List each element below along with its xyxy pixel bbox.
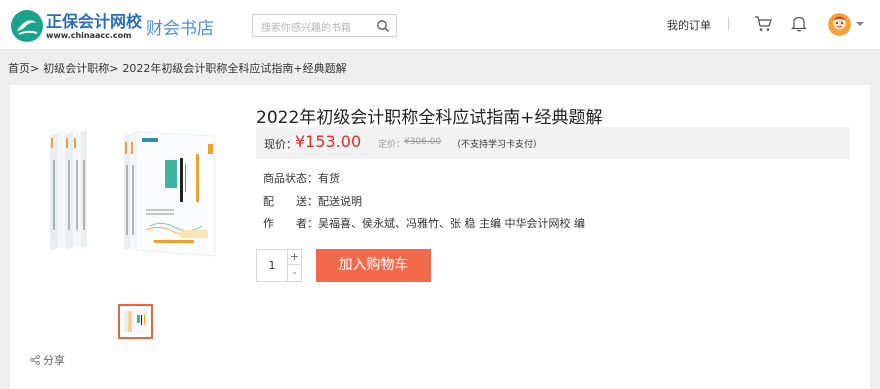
payment-note: （不支持学习卡支付） — [452, 140, 543, 150]
thumbnail-image[interactable] — [118, 304, 153, 339]
search-input[interactable]: 搜索你感兴趣的书籍 — [252, 14, 397, 37]
logo-icon[interactable] — [10, 9, 44, 43]
logo-url: www.chinaacc.com — [46, 31, 132, 40]
chevron-down-icon[interactable] — [856, 22, 864, 26]
author-value: 吴福喜、侯永斌、冯雅竹、张 稳 主编 中华会计网校 编 — [318, 217, 585, 230]
bell-icon[interactable] — [791, 15, 807, 32]
stock-status-value: 有货 — [318, 172, 340, 185]
cart-icon[interactable] — [754, 15, 772, 32]
product-image[interactable] — [50, 130, 225, 260]
current-price: ¥153.00 — [295, 132, 362, 151]
author-row: 作 者：吴福喜、侯永斌、冯雅竹、张 稳 主编 中华会计网校 编 — [263, 215, 585, 231]
store-name[interactable]: 财会书店 — [146, 14, 214, 39]
logo-title[interactable]: 正保会计网校 — [46, 8, 142, 32]
price-label: 现价： — [264, 138, 297, 151]
my-orders-link[interactable]: 我的订单 — [667, 17, 711, 33]
search-icon[interactable] — [376, 19, 390, 33]
share-label: 分享 — [43, 354, 65, 367]
product-title: 2022年初级会计职称全科应试指南+经典题解 — [256, 108, 603, 128]
breadcrumb-current: 2022年初级会计职称全科应试指南+经典题解 — [122, 62, 347, 75]
quantity-input[interactable]: 1 — [257, 250, 287, 281]
delivery-info-link[interactable]: 配送说明 — [318, 195, 362, 208]
share-button[interactable]: 分享 — [30, 352, 65, 368]
author-label: 作 者： — [263, 217, 318, 230]
price-panel: 现价： ¥153.00 定价： ¥306.00 （不支持学习卡支付） — [256, 127, 850, 159]
breadcrumb-category[interactable]: 初级会计职称> — [43, 62, 118, 75]
site-header: 正保会计网校 www.chinaacc.com 财会书店 搜索你感兴趣的书籍 我… — [0, 0, 880, 50]
share-icon — [30, 355, 40, 365]
stock-status-row: 商品状态：有货 — [263, 170, 340, 186]
search-placeholder: 搜索你感兴趣的书籍 — [261, 23, 351, 34]
product-card: 分享 2022年初级会计职称全科应试指南+经典题解 现价： ¥153.00 定价… — [10, 85, 870, 389]
stock-status-label: 商品状态： — [263, 172, 318, 185]
add-to-cart-button[interactable]: 加入购物车 — [316, 249, 431, 282]
quantity-increase-button[interactable]: + — [287, 250, 301, 265]
delivery-label: 配 送： — [263, 195, 318, 208]
original-price: ¥306.00 — [404, 137, 442, 147]
avatar[interactable] — [828, 13, 851, 36]
breadcrumb: 首页> 初级会计职称> 2022年初级会计职称全科应试指南+经典题解 — [8, 60, 351, 76]
quantity-decrease-button[interactable]: - — [287, 265, 301, 281]
original-price-label: 定价： — [378, 140, 406, 150]
quantity-stepper[interactable]: 1 + - — [256, 249, 302, 282]
delivery-row: 配 送：配送说明 — [263, 193, 362, 209]
header-divider — [728, 17, 729, 30]
breadcrumb-home[interactable]: 首页> — [8, 62, 39, 75]
